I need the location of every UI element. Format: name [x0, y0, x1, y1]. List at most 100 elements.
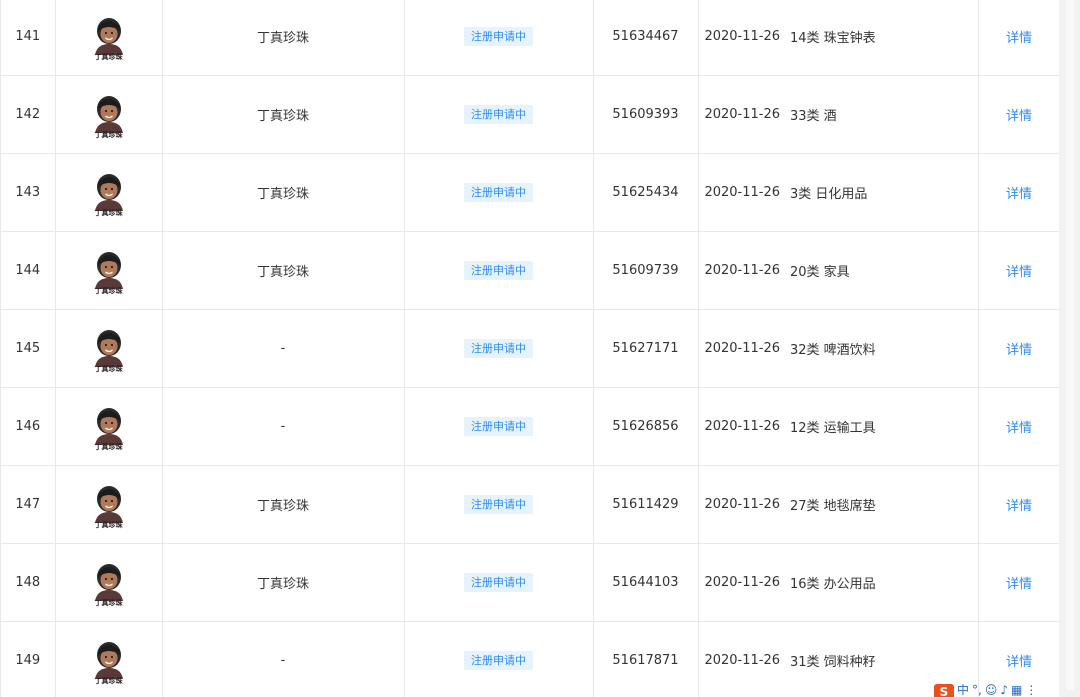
- detail-cell: 详情: [978, 465, 1061, 544]
- status-cell: 注册申请中: [404, 621, 594, 697]
- application-date: 2020-11-26: [698, 309, 790, 388]
- status-badge: 注册申请中: [464, 183, 533, 202]
- status-badge: 注册申请中: [464, 339, 533, 358]
- portrait-image: [94, 563, 123, 601]
- registration-number: 51609393: [593, 75, 699, 154]
- scrollbar-track[interactable]: [1059, 0, 1080, 697]
- detail-link[interactable]: 详情: [1006, 499, 1032, 514]
- row-number: 149: [1, 621, 56, 697]
- ime-emoji-icon[interactable]: ☺: [985, 684, 998, 697]
- ime-language-toggle[interactable]: 中: [957, 684, 969, 697]
- status-badge: 注册申请中: [464, 573, 533, 592]
- trademark-class: 27类 地毯席垫: [790, 465, 979, 544]
- trademark-logo-cell: 丁真珍珠: [55, 75, 163, 154]
- trademark-logo-cell: 丁真珍珠: [55, 621, 163, 697]
- trademark-logo-text: 丁真珍珠: [94, 364, 123, 373]
- trademark-logo[interactable]: 丁真珍珠: [87, 11, 131, 63]
- trademark-table: 141 丁真珍珠 丁真珍珠 注册申请中 51634467 2020-11-26 14类 珠宝…: [0, 0, 1061, 697]
- trademark-name: -: [162, 387, 405, 466]
- detail-cell: 详情: [978, 231, 1061, 310]
- trademark-name: 丁真珍珠: [162, 0, 405, 76]
- ime-menu-icon[interactable]: ⋮: [1025, 684, 1037, 697]
- table-row: 144 丁真珍珠 丁真珍珠 注册申请中 51609739 2020-11-26 20类 家具…: [1, 231, 1061, 310]
- trademark-logo[interactable]: 丁真珍珠: [87, 557, 131, 609]
- detail-cell: 详情: [978, 543, 1061, 622]
- trademark-class: 20类 家具: [790, 231, 979, 310]
- trademark-name: -: [162, 621, 405, 697]
- registration-number: 51617871: [593, 621, 699, 697]
- trademark-logo[interactable]: 丁真珍珠: [87, 89, 131, 141]
- trademark-logo-text: 丁真珍珠: [94, 52, 123, 61]
- registration-number: 51609739: [593, 231, 699, 310]
- trademark-name: 丁真珍珠: [162, 75, 405, 154]
- trademark-logo-text: 丁真珍珠: [94, 598, 123, 607]
- table-row: 146 丁真珍珠 - 注册申请中 51626856 2020-11-26 12类 运输工具 详…: [1, 387, 1061, 466]
- trademark-logo-text: 丁真珍珠: [94, 520, 123, 529]
- status-cell: 注册申请中: [404, 309, 594, 388]
- detail-link[interactable]: 详情: [1006, 31, 1032, 46]
- status-cell: 注册申请中: [404, 465, 594, 544]
- ime-punctuation-icon[interactable]: °,: [972, 684, 982, 697]
- application-date: 2020-11-26: [698, 465, 790, 544]
- status-badge: 注册申请中: [464, 261, 533, 280]
- status-badge: 注册申请中: [464, 651, 533, 670]
- detail-cell: 详情: [978, 153, 1061, 232]
- trademark-logo[interactable]: 丁真珍珠: [87, 323, 131, 375]
- portrait-image: [94, 95, 123, 133]
- trademark-class: 33类 酒: [790, 75, 979, 154]
- status-cell: 注册申请中: [404, 387, 594, 466]
- registration-number: 51611429: [593, 465, 699, 544]
- trademark-logo-text: 丁真珍珠: [94, 676, 123, 685]
- application-date: 2020-11-26: [698, 153, 790, 232]
- detail-link[interactable]: 详情: [1006, 187, 1032, 202]
- application-date: 2020-11-26: [698, 543, 790, 622]
- status-cell: 注册申请中: [404, 0, 594, 76]
- portrait-image: [94, 17, 123, 55]
- trademark-class: 12类 运输工具: [790, 387, 979, 466]
- detail-link[interactable]: 详情: [1006, 343, 1032, 358]
- trademark-class: 14类 珠宝钟表: [790, 0, 979, 76]
- trademark-logo[interactable]: 丁真珍珠: [87, 479, 131, 531]
- trademark-logo[interactable]: 丁真珍珠: [87, 635, 131, 687]
- status-badge: 注册申请中: [464, 417, 533, 436]
- ime-logo-icon[interactable]: S: [934, 684, 954, 697]
- detail-cell: 详情: [978, 0, 1061, 76]
- application-date: 2020-11-26: [698, 75, 790, 154]
- portrait-image: [94, 485, 123, 523]
- trademark-logo-text: 丁真珍珠: [94, 442, 123, 451]
- trademark-logo[interactable]: 丁真珍珠: [87, 167, 131, 219]
- page: 141 丁真珍珠 丁真珍珠 注册申请中 51634467 2020-11-26 14类 珠宝…: [0, 0, 1080, 697]
- status-badge: 注册申请中: [464, 27, 533, 46]
- status-cell: 注册申请中: [404, 231, 594, 310]
- ime-keyboard-icon[interactable]: ▦: [1011, 684, 1022, 697]
- portrait-image: [94, 329, 123, 367]
- table-row: 141 丁真珍珠 丁真珍珠 注册申请中 51634467 2020-11-26 14类 珠宝…: [1, 0, 1061, 76]
- trademark-class: 16类 办公用品: [790, 543, 979, 622]
- status-badge: 注册申请中: [464, 495, 533, 514]
- portrait-image: [94, 641, 123, 679]
- trademark-name: -: [162, 309, 405, 388]
- detail-link[interactable]: 详情: [1006, 265, 1032, 280]
- row-number: 141: [1, 0, 56, 76]
- trademark-logo-cell: 丁真珍珠: [55, 231, 163, 310]
- row-number: 144: [1, 231, 56, 310]
- scrollbar-thumb[interactable]: [1066, 0, 1074, 690]
- detail-link[interactable]: 详情: [1006, 421, 1032, 436]
- trademark-logo-cell: 丁真珍珠: [55, 0, 163, 76]
- detail-link[interactable]: 详情: [1006, 109, 1032, 124]
- trademark-class: 32类 啤酒饮料: [790, 309, 979, 388]
- application-date: 2020-11-26: [698, 387, 790, 466]
- detail-link[interactable]: 详情: [1006, 655, 1032, 670]
- trademark-logo[interactable]: 丁真珍珠: [87, 401, 131, 453]
- registration-number: 51627171: [593, 309, 699, 388]
- trademark-logo-cell: 丁真珍珠: [55, 465, 163, 544]
- status-cell: 注册申请中: [404, 153, 594, 232]
- portrait-image: [94, 251, 123, 289]
- trademark-logo[interactable]: 丁真珍珠: [87, 245, 131, 297]
- ime-voice-icon[interactable]: ♪: [1000, 684, 1008, 697]
- detail-link[interactable]: 详情: [1006, 577, 1032, 592]
- status-cell: 注册申请中: [404, 543, 594, 622]
- ime-toolbar[interactable]: S 中 °, ☺ ♪ ▦ ⋮: [934, 684, 1060, 697]
- trademark-name: 丁真珍珠: [162, 153, 405, 232]
- row-number: 142: [1, 75, 56, 154]
